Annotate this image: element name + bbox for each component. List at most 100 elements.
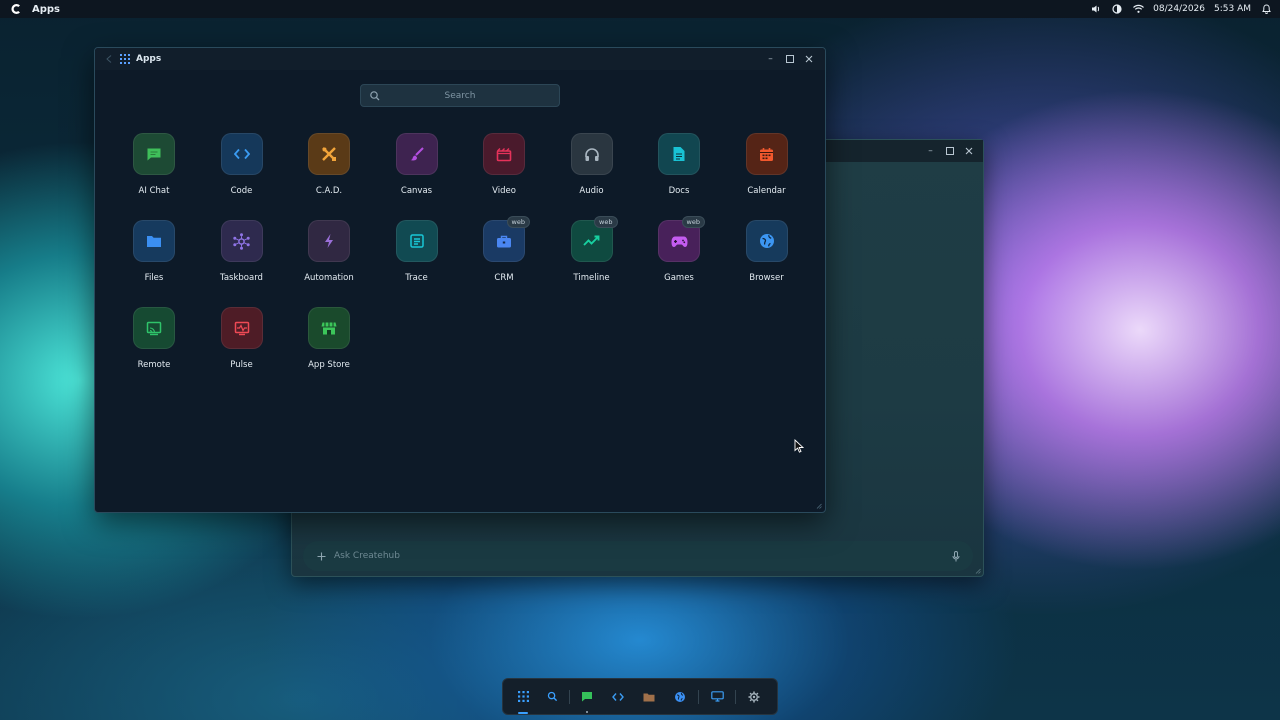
resize-handle-icon[interactable] — [816, 503, 822, 509]
folder-icon — [146, 234, 162, 248]
back-arrow-icon[interactable] — [105, 54, 113, 64]
cad-tools-icon — [321, 146, 337, 162]
app-tile-background[interactable] — [483, 133, 525, 175]
app-tile-taskboard[interactable]: Taskboard — [202, 220, 282, 290]
apps-grid-icon[interactable] — [513, 687, 533, 714]
app-tile-canvas[interactable]: Canvas — [377, 133, 457, 203]
search-input[interactable] — [361, 85, 559, 106]
globe-icon — [759, 233, 775, 249]
ask-input-placeholder[interactable]: Ask Createhub — [334, 551, 400, 561]
app-tile-pulse[interactable]: Pulse — [202, 307, 282, 377]
app-label: C.A.D. — [315, 186, 343, 196]
app-label: Video — [492, 186, 516, 196]
app-tile-c-a-d[interactable]: C.A.D. — [289, 133, 369, 203]
apps-window: Apps – AI Chat Code C.A.D. Canvas Video Audio… — [94, 47, 826, 513]
minimize-button[interactable]: – — [926, 146, 935, 156]
globe-icon[interactable] — [670, 687, 690, 707]
apps-window-titlebar[interactable]: Apps – — [95, 48, 825, 70]
app-tile-background[interactable] — [658, 133, 700, 175]
app-tile-calendar[interactable]: Calendar — [727, 133, 807, 203]
briefcase-icon — [496, 234, 512, 249]
headphones-icon — [584, 147, 600, 162]
app-tile-code[interactable]: Code — [202, 133, 282, 203]
folder-icon[interactable] — [639, 687, 659, 707]
trend-line-icon — [583, 235, 600, 247]
search-icon — [370, 91, 380, 101]
chat-bubble-icon — [146, 147, 162, 162]
app-tile-crm[interactable]: web CRM — [464, 216, 544, 290]
app-tile-background[interactable] — [570, 133, 613, 175]
monitor-icon[interactable] — [707, 687, 727, 707]
paintbrush-icon — [409, 146, 425, 162]
app-label: Audio — [579, 186, 604, 196]
app-tile-background[interactable] — [133, 307, 175, 349]
app-tile-background[interactable] — [133, 133, 175, 175]
app-tile-background[interactable] — [745, 220, 788, 262]
app-tile-app-store[interactable]: App Store — [289, 307, 369, 377]
code-brackets-icon — [233, 148, 250, 160]
close-button[interactable] — [804, 55, 813, 64]
window-title: Apps — [136, 54, 162, 64]
app-label: Code — [230, 186, 253, 196]
taskboard-nodes-icon — [233, 232, 250, 250]
date-display[interactable]: 08/24/2026 — [1153, 4, 1205, 14]
app-label: Docs — [668, 186, 690, 196]
app-tile-background[interactable] — [220, 307, 263, 349]
microphone-icon[interactable] — [951, 550, 961, 562]
pulse-monitor-icon — [234, 321, 250, 336]
search-box[interactable] — [360, 84, 560, 107]
add-attachment-icon[interactable] — [316, 551, 326, 561]
app-tile-games[interactable]: web Games — [639, 216, 719, 290]
app-label: Trace — [405, 273, 428, 283]
search-icon[interactable] — [542, 687, 562, 707]
app-tile-background[interactable] — [745, 133, 788, 175]
app-tile-trace[interactable]: Trace — [377, 220, 457, 290]
app-tile-background[interactable]: web — [658, 216, 705, 262]
createhub-logo-icon[interactable] — [9, 2, 23, 16]
web-badge: web — [681, 216, 705, 228]
remote-cast-icon — [146, 321, 162, 336]
wifi-icon[interactable] — [1132, 3, 1144, 15]
notification-bell-icon[interactable] — [1260, 3, 1272, 15]
app-tile-background[interactable]: web — [483, 216, 530, 262]
app-tile-background[interactable] — [133, 220, 175, 262]
top-bar: Apps 08/24/2026 5:53 AM — [0, 0, 1280, 18]
app-label: Games — [664, 273, 694, 283]
app-tile-background[interactable] — [220, 220, 263, 262]
app-tile-background[interactable] — [308, 307, 350, 349]
app-tile-background[interactable] — [220, 133, 263, 175]
resize-handle-icon[interactable] — [975, 568, 981, 574]
app-tile-docs[interactable]: Docs — [639, 133, 719, 203]
app-tile-background[interactable] — [308, 220, 350, 262]
app-tile-remote[interactable]: Remote — [114, 307, 194, 377]
minimize-button[interactable]: – — [766, 54, 775, 64]
volume-icon[interactable] — [1090, 3, 1102, 15]
clock-display[interactable]: 5:53 AM — [1214, 4, 1251, 14]
app-tile-timeline[interactable]: web Timeline — [552, 216, 632, 290]
app-tile-audio[interactable]: Audio — [552, 133, 632, 203]
app-tile-automation[interactable]: Automation — [289, 220, 369, 290]
close-button[interactable] — [964, 147, 973, 156]
app-tile-ai-chat[interactable]: AI Chat — [114, 133, 194, 203]
settings-gear-icon[interactable] — [744, 687, 764, 707]
code-brackets-icon[interactable] — [608, 687, 628, 707]
app-tile-browser[interactable]: Browser — [727, 220, 807, 290]
app-tile-background[interactable] — [308, 133, 350, 175]
chat-bubble-icon[interactable] — [577, 687, 597, 713]
app-label: AI Chat — [138, 186, 170, 196]
app-tile-background[interactable] — [395, 220, 438, 262]
app-tile-background[interactable] — [395, 133, 438, 175]
app-tile-background[interactable]: web — [570, 216, 618, 262]
ask-createhub-bar[interactable]: Ask Createhub — [303, 541, 973, 571]
app-tile-files[interactable]: Files — [114, 220, 194, 290]
app-label: Automation — [304, 273, 354, 283]
dock — [502, 678, 778, 715]
brightness-icon[interactable] — [1111, 3, 1123, 15]
app-tile-video[interactable]: Video — [464, 133, 544, 203]
app-label: Taskboard — [220, 273, 263, 283]
maximize-button[interactable] — [785, 55, 794, 64]
app-label: CRM — [494, 273, 514, 283]
maximize-button[interactable] — [945, 147, 954, 156]
dock-separator — [735, 689, 736, 704]
active-app-title: Apps — [32, 3, 61, 15]
